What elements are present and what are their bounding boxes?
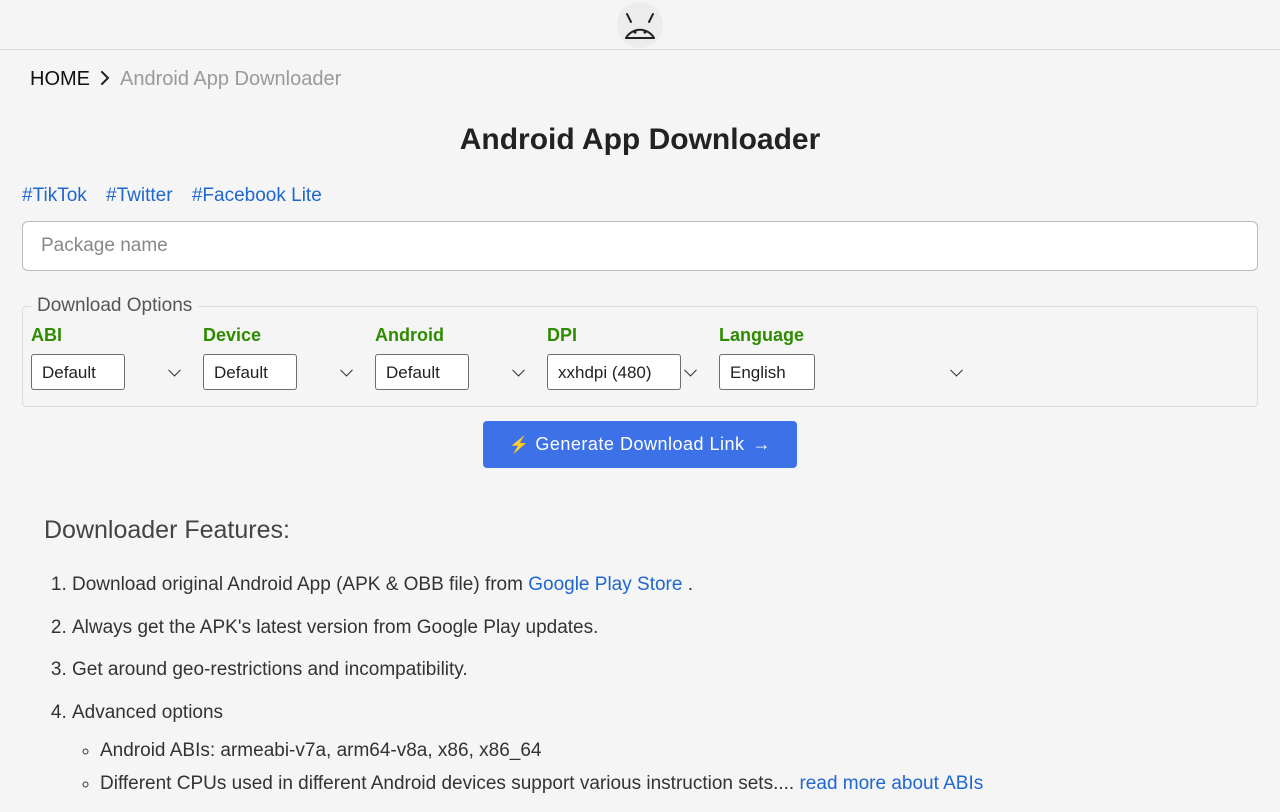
feature-subitem: Different CPUs used in different Android… (100, 770, 1236, 799)
option-label: Device (203, 325, 361, 346)
feature-item: Get around geo-restrictions and incompat… (72, 656, 1236, 685)
option-col-dpi: DPI xxhdpi (480) (547, 325, 705, 390)
chevron-right-icon (100, 71, 110, 89)
hashtag-tiktok[interactable]: #TikTok (22, 185, 87, 206)
feature-item: Download original Android App (APK & OBB… (72, 571, 1236, 600)
package-name-input[interactable] (22, 221, 1258, 271)
option-select-dpi[interactable]: xxhdpi (480) (547, 354, 681, 390)
android-logo (617, 2, 663, 48)
generate-button-label: Generate Download Link (535, 434, 744, 455)
hashtag-facebooklite[interactable]: #Facebook Lite (192, 185, 322, 206)
option-col-language: Language English (719, 325, 971, 390)
features-list: Download original Android App (APK & OBB… (44, 571, 1236, 798)
feature-subitem: Android ABIs: armeabi-v7a, arm64-v8a, x8… (100, 737, 1236, 766)
hashtag-twitter[interactable]: #Twitter (106, 185, 173, 206)
top-header (0, 0, 1280, 50)
google-play-store-link[interactable]: Google Play Store (528, 574, 682, 595)
feature-sublist: Android ABIs: armeabi-v7a, arm64-v8a, x8… (72, 737, 1236, 798)
read-more-abis-link[interactable]: read more about ABIs (799, 773, 983, 794)
download-options-legend: Download Options (31, 295, 198, 317)
option-select-language[interactable]: English (719, 354, 815, 390)
breadcrumb-home[interactable]: HOME (30, 68, 90, 91)
option-select-abi[interactable]: Default (31, 354, 125, 390)
feature-item: Always get the APK's latest version from… (72, 614, 1236, 643)
breadcrumb-current: Android App Downloader (120, 68, 341, 91)
option-label: ABI (31, 325, 189, 346)
option-label: Android (375, 325, 533, 346)
arrow-right-icon: → (753, 434, 772, 455)
page-title: Android App Downloader (22, 123, 1258, 157)
generate-download-link-button[interactable]: ⚡ Generate Download Link → (483, 421, 797, 468)
option-col-abi: ABI Default (31, 325, 189, 390)
option-select-device[interactable]: Default (203, 354, 297, 390)
breadcrumb: HOME Android App Downloader (22, 50, 1258, 109)
download-options-fieldset: Download Options ABI Default Device Default… (22, 295, 1258, 407)
lightning-icon: ⚡ (509, 435, 529, 455)
option-label: DPI (547, 325, 705, 346)
features-section: Downloader Features: Download original A… (44, 516, 1236, 798)
hashtag-list: #TikTok #Twitter #Facebook Lite (22, 185, 1258, 207)
feature-item: Advanced options Android ABIs: armeabi-v… (72, 699, 1236, 799)
option-label: Language (719, 325, 971, 346)
option-select-android[interactable]: Default (375, 354, 469, 390)
features-heading: Downloader Features: (44, 516, 1236, 545)
option-col-android: Android Default (375, 325, 533, 390)
option-col-device: Device Default (203, 325, 361, 390)
